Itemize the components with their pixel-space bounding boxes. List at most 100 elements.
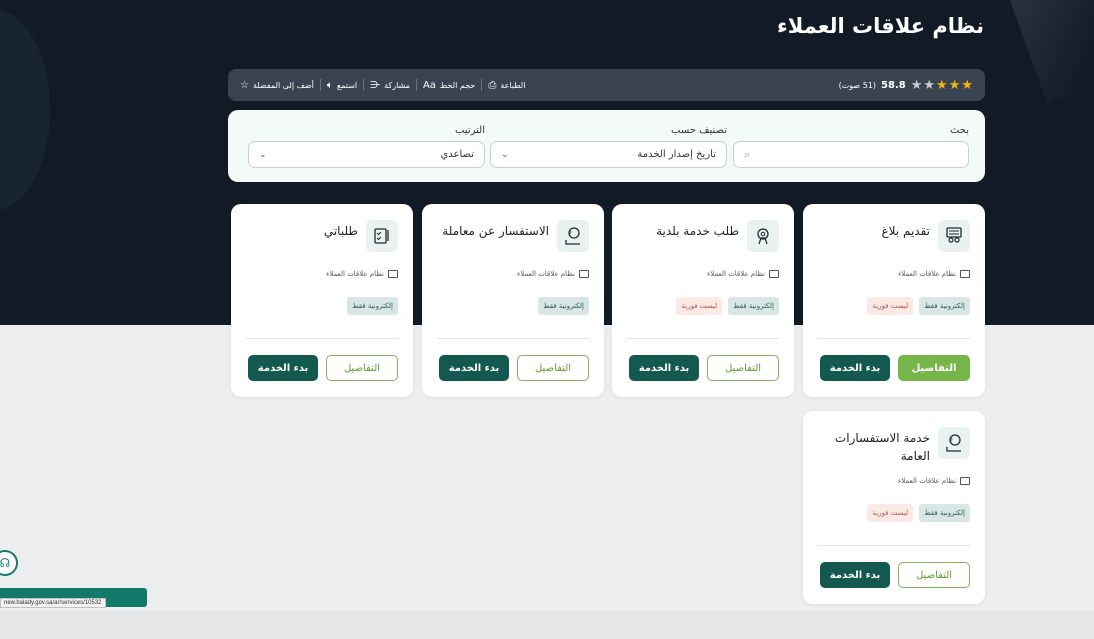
system-name: نظام علاقات العملاء bbox=[707, 270, 765, 278]
rating-count: (51 صوت) bbox=[838, 80, 877, 90]
sort-by-value: تاريخ إصدار الخدمة bbox=[637, 149, 716, 160]
font-size-button[interactable]: حجم الخط Aa bbox=[423, 80, 475, 91]
start-service-button[interactable]: بدء الخدمة bbox=[248, 355, 318, 381]
share-label: مشاركة bbox=[384, 80, 410, 90]
favorite-button[interactable]: أضف إلى المفضلة ☆ bbox=[240, 80, 314, 91]
decorative-shape bbox=[1006, 0, 1094, 104]
card-system: نظام علاقات العملاء bbox=[898, 270, 970, 278]
service-card: ? خدمة الاستفسارات العامة نظام علاقات ال… bbox=[803, 411, 985, 604]
system-name: نظام علاقات العملاء bbox=[517, 270, 575, 278]
star-icon[interactable]: ★ bbox=[936, 78, 948, 93]
system-name: نظام علاقات العملاء bbox=[898, 477, 956, 485]
rating-value: 58.8 bbox=[881, 79, 906, 91]
search-icon: ⌕ bbox=[744, 147, 751, 161]
id-card-icon bbox=[769, 270, 779, 278]
card-system: نظام علاقات العملاء bbox=[707, 270, 779, 278]
search-label: بحث bbox=[949, 125, 969, 136]
card-actions: التفاصيل بدء الخدمة bbox=[820, 562, 970, 588]
inquiry-icon: ? bbox=[938, 427, 970, 459]
card-tags: إلكترونية فقط ليست فورية bbox=[867, 504, 970, 522]
start-service-button[interactable]: بدء الخدمة bbox=[439, 355, 509, 381]
card-title: تقديم بلاغ bbox=[881, 224, 930, 238]
service-card: تقديم بلاغ نظام علاقات العملاء إلكترونية… bbox=[803, 204, 985, 397]
divider bbox=[818, 545, 970, 546]
divider bbox=[363, 79, 365, 91]
start-service-button[interactable]: بدء الخدمة bbox=[820, 562, 890, 588]
font-size-icon: Aa bbox=[422, 79, 436, 91]
rating: ★ ★ ★ ★ ★ 58.8 (51 صوت) bbox=[839, 78, 973, 93]
divider bbox=[246, 338, 398, 339]
system-name: نظام علاقات العملاء bbox=[326, 270, 384, 278]
order-label: الترتيب bbox=[455, 125, 485, 136]
details-button[interactable]: التفاصيل bbox=[898, 355, 970, 381]
star-icon[interactable]: ★ bbox=[949, 78, 961, 93]
divider bbox=[415, 79, 417, 91]
footer-area bbox=[0, 611, 1094, 639]
start-service-button[interactable]: بدء الخدمة bbox=[820, 355, 890, 381]
chevron-down-icon: ⌄ bbox=[259, 149, 267, 160]
status-url: new.balady.gov.sa/ar/services/10532 bbox=[0, 598, 106, 608]
support-headset-icon[interactable]: ☊ bbox=[0, 550, 18, 576]
star-outline-icon: ☆ bbox=[240, 79, 249, 91]
sort-by-select[interactable]: تاريخ إصدار الخدمة ⌄ bbox=[490, 141, 727, 168]
details-button[interactable]: التفاصيل bbox=[898, 562, 970, 588]
listen-button[interactable]: استمع 🔈︎ bbox=[327, 80, 357, 91]
tag-not-instant: ليست فورية bbox=[867, 504, 914, 522]
card-actions: التفاصيل بدء الخدمة bbox=[629, 355, 779, 381]
divider bbox=[481, 79, 483, 91]
share-icon: ⋲ bbox=[370, 79, 381, 91]
divider bbox=[818, 338, 970, 339]
divider bbox=[627, 338, 779, 339]
tag-not-instant: ليست فورية bbox=[676, 297, 723, 315]
card-title: طلباتي bbox=[323, 224, 358, 238]
svg-text:?: ? bbox=[568, 230, 572, 238]
star-icon[interactable]: ★ bbox=[961, 78, 973, 93]
star-icon[interactable]: ★ bbox=[923, 78, 935, 93]
sort-by-label: تصنيف حسب bbox=[671, 125, 727, 136]
divider bbox=[437, 338, 589, 339]
service-card: ? الاستفسار عن معاملة نظام علاقات العملا… bbox=[422, 204, 604, 397]
print-label: الطباعة bbox=[500, 80, 526, 90]
card-title: طلب خدمة بلدية bbox=[656, 224, 739, 238]
chevron-down-icon: ⌄ bbox=[501, 149, 509, 160]
details-button[interactable]: التفاصيل bbox=[326, 355, 398, 381]
service-card: طلباتي نظام علاقات العملاء إلكترونية فقط… bbox=[231, 204, 413, 397]
tag-electronic: إلكترونية فقط bbox=[347, 297, 398, 315]
page-title: نظام علاقات العملاء bbox=[777, 14, 984, 38]
listen-label: استمع bbox=[336, 80, 358, 90]
id-card-icon bbox=[388, 270, 398, 278]
my-requests-icon bbox=[366, 220, 398, 252]
tag-electronic: إلكترونية فقط bbox=[919, 504, 970, 522]
tag-electronic: إلكترونية فقط bbox=[919, 297, 970, 315]
tag-electronic: إلكترونية فقط bbox=[538, 297, 589, 315]
divider bbox=[319, 79, 321, 91]
card-tags: إلكترونية فقط ليست فورية bbox=[867, 297, 970, 315]
card-title: خدمة الاستفسارات العامة bbox=[834, 431, 930, 463]
order-select[interactable]: تصاعدي ⌄ bbox=[248, 141, 485, 168]
rating-stars[interactable]: ★ ★ ★ ★ ★ bbox=[911, 78, 973, 93]
card-title: الاستفسار عن معاملة bbox=[442, 224, 549, 238]
card-tags: إلكترونية فقط bbox=[538, 297, 589, 315]
svg-text:?: ? bbox=[949, 437, 953, 445]
tools: الطباعة ⎙ حجم الخط Aa مشاركة ⋲ استمع 🔈︎ … bbox=[240, 79, 525, 91]
tag-electronic: إلكترونية فقط bbox=[728, 297, 779, 315]
service-card: طلب خدمة بلدية نظام علاقات العملاء إلكتر… bbox=[612, 204, 794, 397]
card-system: نظام علاقات العملاء bbox=[326, 270, 398, 278]
id-card-icon bbox=[579, 270, 589, 278]
start-service-button[interactable]: بدء الخدمة bbox=[629, 355, 699, 381]
favorite-label: أضف إلى المفضلة bbox=[252, 80, 314, 90]
share-button[interactable]: مشاركة ⋲ bbox=[370, 80, 410, 91]
service-request-icon bbox=[747, 220, 779, 252]
search-input[interactable]: ⌕ bbox=[733, 141, 969, 168]
printer-icon: ⎙ bbox=[488, 79, 497, 91]
print-button[interactable]: الطباعة ⎙ bbox=[488, 80, 525, 91]
card-tags: إلكترونية فقط ليست فورية bbox=[676, 297, 779, 315]
card-actions: التفاصيل بدء الخدمة bbox=[439, 355, 589, 381]
report-icon bbox=[938, 220, 970, 252]
details-button[interactable]: التفاصيل bbox=[707, 355, 779, 381]
details-button[interactable]: التفاصيل bbox=[517, 355, 589, 381]
font-size-label: حجم الخط bbox=[439, 80, 476, 90]
id-card-icon bbox=[960, 477, 970, 485]
star-icon[interactable]: ★ bbox=[911, 78, 923, 93]
card-tags: إلكترونية فقط bbox=[347, 297, 398, 315]
